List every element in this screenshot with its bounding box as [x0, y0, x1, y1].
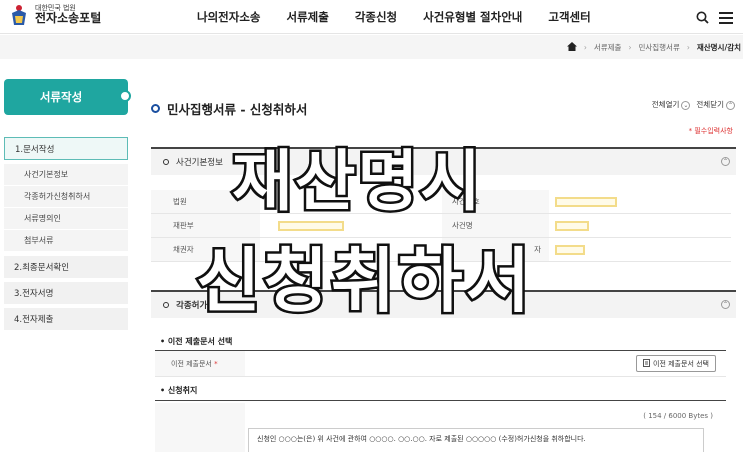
prev-doc-select-button[interactable]: 이전 제출문서 선택: [636, 355, 716, 372]
sidebar-item-e-signature[interactable]: 3.전자서명: [4, 282, 128, 304]
reason-label-cell: [155, 403, 245, 452]
section-bullet-icon: [163, 302, 169, 308]
sidebar-subitem-withdrawal[interactable]: 각종허가신청취하서: [4, 186, 128, 208]
sidebar-subitem-attachments[interactable]: 첨부서류: [4, 230, 128, 252]
page-root: 대한민국 법원 전자소송포털 나의전자소송 서류제출 각종신청 사건유형별 절차…: [0, 0, 743, 452]
chevron-right-icon: ›: [628, 42, 632, 52]
nav-item-my-ecourt[interactable]: 나의전자소송: [197, 9, 260, 25]
expand-controls: 전체열기 ⌄ 전체닫기 ⌃: [652, 99, 735, 110]
home-icon[interactable]: [566, 41, 577, 53]
chevron-right-icon: ›: [583, 42, 587, 52]
required-note: * 필수입력사항: [688, 127, 733, 135]
top-header: 대한민국 법원 전자소송포털 나의전자소송 서류제출 각종신청 사건유형별 절차…: [0, 0, 743, 34]
value-case-name: [549, 214, 731, 237]
nav-item-customer-center[interactable]: 고객센터: [548, 9, 590, 25]
byte-counter: ( 154 / 6000 Bytes ): [643, 412, 713, 420]
sidebar-item-document-write[interactable]: 1.문서작성: [4, 137, 128, 160]
section-bullet-icon: [163, 159, 169, 165]
reason-textarea[interactable]: 신청인 ○○○는(은) 위 사건에 관하여 ○○○○. ○○.○○. 자로 제출…: [248, 428, 704, 452]
search-icon[interactable]: [696, 9, 709, 28]
breadcrumb-item[interactable]: 민사집행서류: [638, 42, 679, 53]
sidebar-menu: 1.문서작성 사건기본정보 각종허가신청취하서 서류명의인 첨부서류 2.최종문…: [4, 137, 128, 334]
redacted-value: [555, 220, 589, 231]
overlay-title-line1: 재산명시: [230, 141, 484, 223]
reason-heading: • 신청취지: [160, 386, 198, 395]
sidebar-subitem-case-info[interactable]: 사건기본정보: [4, 164, 128, 186]
chevron-up-icon[interactable]: ⌃: [721, 157, 730, 166]
chevron-up-icon: ⌃: [726, 101, 735, 110]
main-nav: 나의전자소송 서류제출 각종신청 사건유형별 절차안내 고객센터: [197, 9, 617, 25]
nav-item-document-submit[interactable]: 서류제출: [286, 9, 328, 25]
prev-doc-row: 이전 제출문서 * 이전 제출문서 선택: [155, 351, 726, 377]
prev-doc-heading: • 이전 제출문서 선택: [160, 337, 233, 346]
divider: [155, 400, 726, 401]
chevron-right-icon: ›: [686, 42, 690, 52]
nav-item-applications[interactable]: 각종신청: [355, 9, 397, 25]
page-title: 민사집행서류 - 신청취하서: [167, 102, 308, 117]
site-logo[interactable]: 대한민국 법원 전자소송포털: [8, 3, 101, 27]
chevron-up-icon[interactable]: ⌃: [721, 300, 730, 309]
collapse-all-button[interactable]: 전체닫기 ⌃: [696, 99, 735, 110]
redacted-value: [555, 244, 585, 255]
prev-doc-label: 이전 제출문서 *: [155, 351, 245, 376]
redacted-value: [555, 196, 617, 207]
sidebar-item-final-check[interactable]: 2.최종문서확인: [4, 256, 128, 278]
hamburger-icon[interactable]: [719, 9, 733, 28]
sidebar-title: 서류작성: [4, 79, 131, 115]
chevron-down-icon: ⌄: [681, 101, 691, 110]
nav-item-procedure-guide[interactable]: 사건유형별 절차안내: [423, 9, 522, 25]
overlay-title-line2: 신청취하서: [194, 238, 533, 325]
section-title: 사건기본정보: [176, 158, 223, 168]
sidebar-title-label: 서류작성: [39, 90, 83, 104]
expand-all-button[interactable]: 전체열기 ⌄: [652, 99, 691, 110]
page-heading: 민사집행서류 - 신청취하서: [151, 99, 307, 118]
document-icon: [643, 358, 651, 369]
value-debtor: [549, 238, 731, 261]
value-case-number: [549, 190, 731, 213]
breadcrumb: › 서류제출 › 민사집행서류 › 재산명시/감치: [0, 35, 743, 59]
sidebar-item-e-submit[interactable]: 4.전자제출: [4, 308, 128, 330]
title-bullet-icon: [151, 104, 160, 113]
court-emblem-icon: [8, 3, 30, 27]
breadcrumb-item[interactable]: 서류제출: [594, 42, 622, 53]
sidebar-toggle-icon[interactable]: [119, 90, 131, 102]
sidebar-subitem-document-owner[interactable]: 서류명의인: [4, 208, 128, 230]
breadcrumb-current: 재산명시/감치: [696, 42, 741, 52]
logo-title: 전자소송포털: [35, 11, 102, 26]
